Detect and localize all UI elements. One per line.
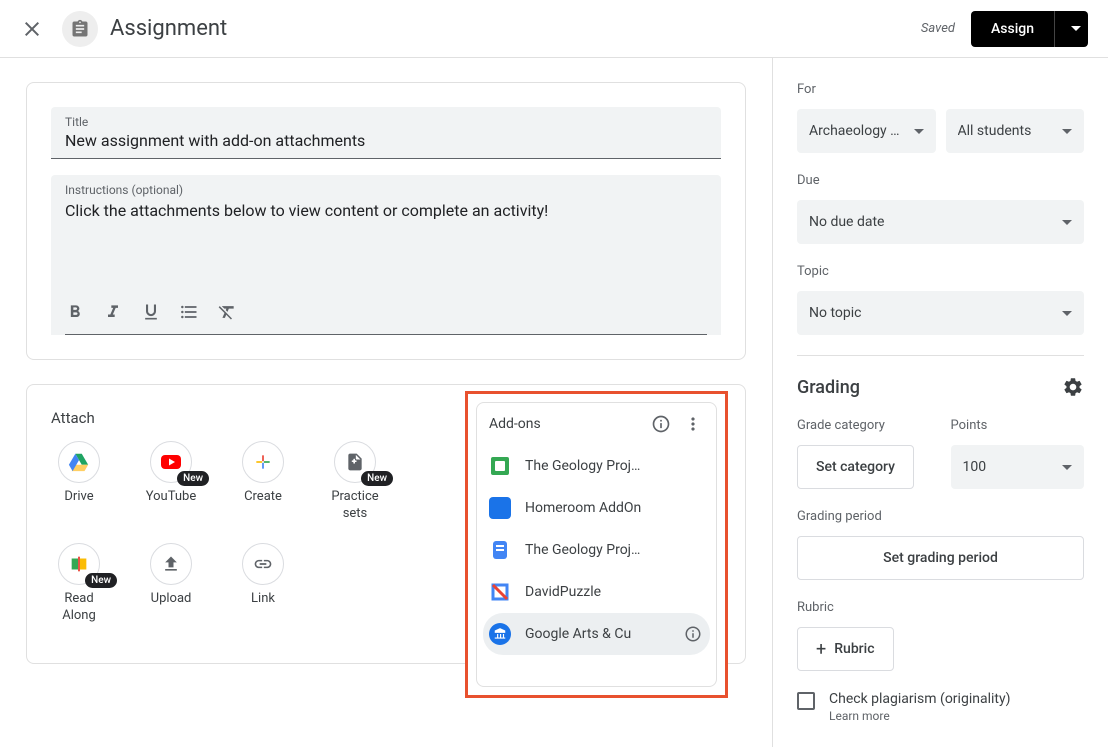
addon-item[interactable]: Homeroom AddOn bbox=[477, 487, 716, 529]
attach-drive[interactable]: Drive bbox=[51, 441, 107, 523]
new-badge: New bbox=[85, 573, 117, 588]
grading-period-label: Grading period bbox=[797, 509, 1084, 524]
plagiarism-checkbox[interactable] bbox=[797, 692, 815, 710]
addon-name: Homeroom AddOn bbox=[525, 500, 704, 516]
attach-youtube[interactable]: New YouTube bbox=[143, 441, 199, 523]
topic-select[interactable]: No topic bbox=[797, 291, 1084, 335]
attach-create[interactable]: Create bbox=[235, 441, 291, 523]
grading-title: Grading bbox=[797, 377, 860, 398]
learn-more-link[interactable]: Learn more bbox=[829, 709, 1010, 723]
assign-button-group: Assign bbox=[971, 11, 1088, 47]
addons-panel-highlight: Add-ons The Geology Proj… Homeroom AddOn… bbox=[465, 391, 728, 698]
title-field-container: Title bbox=[51, 107, 721, 159]
attach-label: Practice sets bbox=[327, 489, 383, 523]
assign-dropdown-button[interactable] bbox=[1054, 11, 1088, 47]
saved-status: Saved bbox=[921, 21, 955, 36]
assignment-icon bbox=[62, 11, 98, 47]
set-category-button[interactable]: Set category bbox=[797, 445, 914, 489]
attach-label: Link bbox=[251, 591, 275, 608]
title-input[interactable] bbox=[65, 131, 707, 150]
app-header: Assignment Saved Assign bbox=[0, 0, 1108, 58]
more-icon[interactable] bbox=[682, 413, 704, 435]
italic-button[interactable] bbox=[103, 302, 123, 322]
sidebar: For Archaeology … All students Due No du… bbox=[772, 58, 1108, 747]
students-select[interactable]: All students bbox=[946, 109, 1085, 153]
plagiarism-label: Check plagiarism (originality) bbox=[829, 691, 1010, 707]
addon-icon bbox=[489, 623, 511, 645]
attach-label: Upload bbox=[151, 591, 192, 608]
info-icon[interactable] bbox=[682, 623, 704, 645]
assignment-form-card: Title Instructions (optional) Click the … bbox=[26, 82, 746, 360]
addon-icon bbox=[489, 455, 511, 477]
instructions-label: Instructions (optional) bbox=[65, 183, 707, 197]
attach-label: Drive bbox=[64, 489, 93, 506]
points-label: Points bbox=[951, 418, 1085, 433]
underline-button[interactable] bbox=[141, 302, 161, 322]
attach-upload[interactable]: Upload bbox=[143, 543, 199, 625]
addon-icon bbox=[489, 539, 511, 561]
due-label: Due bbox=[797, 173, 1084, 188]
topic-label: Topic bbox=[797, 264, 1084, 279]
new-badge: New bbox=[177, 471, 209, 486]
addons-panel: Add-ons The Geology Proj… Homeroom AddOn… bbox=[476, 402, 717, 687]
rubric-label: Rubric bbox=[797, 600, 1084, 615]
divider bbox=[797, 355, 1084, 356]
format-toolbar bbox=[65, 290, 707, 335]
plus-icon: + bbox=[816, 639, 826, 660]
addons-list[interactable]: The Geology Proj… Homeroom AddOn The Geo… bbox=[477, 445, 716, 686]
addon-name: The Geology Proj… bbox=[525, 542, 704, 558]
due-date-select[interactable]: No due date bbox=[797, 200, 1084, 244]
bold-button[interactable] bbox=[65, 302, 85, 322]
addon-icon bbox=[489, 497, 511, 519]
new-badge: New bbox=[361, 471, 393, 486]
addon-name: DavidPuzzle bbox=[525, 584, 704, 600]
page-title: Assignment bbox=[110, 16, 227, 41]
link-icon bbox=[242, 543, 284, 585]
attach-read-along[interactable]: New Read Along bbox=[51, 543, 107, 625]
attach-label: Create bbox=[244, 489, 282, 506]
grade-category-label: Grade category bbox=[797, 418, 931, 433]
instructions-input[interactable]: Click the attachments below to view cont… bbox=[65, 201, 707, 290]
addon-item[interactable]: DavidPuzzle bbox=[477, 571, 716, 613]
clear-format-button[interactable] bbox=[217, 302, 237, 322]
info-icon[interactable] bbox=[650, 413, 672, 435]
upload-icon bbox=[150, 543, 192, 585]
title-label: Title bbox=[65, 115, 707, 129]
set-grading-period-button[interactable]: Set grading period bbox=[797, 536, 1084, 580]
drive-icon bbox=[58, 441, 100, 483]
gear-icon[interactable] bbox=[1062, 376, 1084, 398]
addon-icon bbox=[489, 581, 511, 603]
addon-item[interactable]: The Geology Proj… bbox=[477, 445, 716, 487]
attach-label: Read Along bbox=[51, 591, 107, 625]
for-label: For bbox=[797, 82, 1084, 97]
attach-label: YouTube bbox=[146, 489, 197, 506]
points-select[interactable]: 100 bbox=[951, 445, 1085, 489]
rubric-button[interactable]: + Rubric bbox=[797, 627, 894, 671]
addon-item[interactable]: Google Arts & Cu bbox=[483, 613, 710, 655]
addon-item[interactable]: The Geology Proj… bbox=[477, 529, 716, 571]
bullet-list-button[interactable] bbox=[179, 302, 199, 322]
addon-name: Google Arts & Cu bbox=[525, 626, 668, 642]
assign-button[interactable]: Assign bbox=[971, 11, 1054, 47]
create-icon bbox=[242, 441, 284, 483]
addon-name: The Geology Proj… bbox=[525, 458, 704, 474]
class-select[interactable]: Archaeology … bbox=[797, 109, 936, 153]
attach-link[interactable]: Link bbox=[235, 543, 291, 625]
close-icon[interactable] bbox=[20, 17, 44, 41]
addons-title: Add-ons bbox=[489, 416, 640, 432]
attach-practice-sets[interactable]: New Practice sets bbox=[327, 441, 383, 523]
